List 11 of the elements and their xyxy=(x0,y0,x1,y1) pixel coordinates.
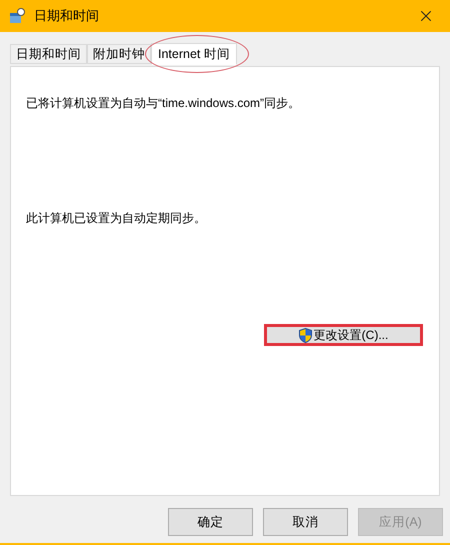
change-settings-button[interactable]: 更改设置(C)... xyxy=(264,324,423,346)
shield-icon xyxy=(298,328,312,342)
dialog-button[interactable]: 确定 xyxy=(168,508,253,536)
tab[interactable]: 日期和时间 xyxy=(10,44,87,64)
dialog-button[interactable]: 取消 xyxy=(263,508,348,536)
schedule-message: 此计算机已设置为自动定期同步。 xyxy=(26,210,207,227)
clock-calendar-icon xyxy=(9,8,25,24)
sync-message: 已将计算机设置为自动与“time.windows.com”同步。 xyxy=(26,95,302,112)
tab[interactable]: 附加时钟 xyxy=(87,44,151,64)
window-title: 日期和时间 xyxy=(34,7,99,26)
tab[interactable]: Internet 时间 xyxy=(151,43,237,66)
